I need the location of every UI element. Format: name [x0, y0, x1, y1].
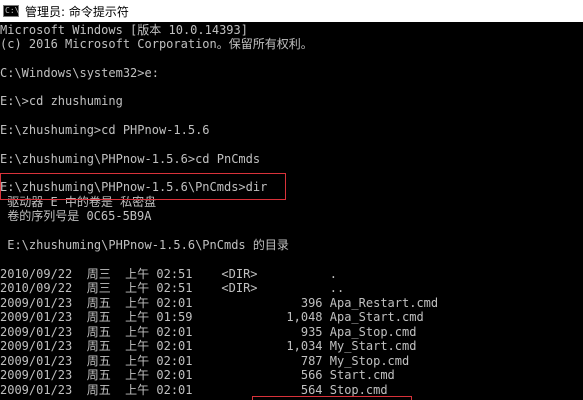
console-line: E:\zhushuming\PHPnow-1.5.6>cd PnCmds	[0, 152, 261, 166]
console-line: Microsoft Windows [版本 10.0.14393]	[0, 23, 248, 37]
cmd-icon-glyph: C:\	[5, 6, 20, 15]
console-line: 2009/01/23 周五 上午 01:59 1,048 Apa_Start.c…	[0, 310, 424, 324]
console-line: 2009/01/23 周五 上午 02:01 566 Start.cmd	[0, 368, 395, 382]
cmd-window-icon: C:\	[3, 5, 19, 17]
window-title: 管理员: 命令提示符	[25, 4, 129, 19]
console-line: E:\>cd zhushuming	[0, 94, 123, 108]
console-line: 2009/01/23 周五 上午 02:01 396 Apa_Restart.c…	[0, 296, 439, 310]
console-line: E:\zhushuming\PHPnow-1.5.6\PnCmds 的目录	[0, 238, 289, 252]
console-line: E:\zhushuming>cd PHPnow-1.5.6	[0, 123, 210, 137]
console-line: 卷的序列号是 0C65-5B9A	[0, 209, 152, 223]
highlight-box-stop-cmd	[252, 396, 412, 400]
title-bar[interactable]: C:\ 管理员: 命令提示符	[0, 0, 583, 22]
console-line: (c) 2016 Microsoft Corporation。保留所有权利。	[0, 37, 313, 51]
console-line: C:\Windows\system32>e:	[0, 66, 159, 80]
console-line: 2009/01/23 周五 上午 02:01 935 Apa_Stop.cmd	[0, 325, 417, 339]
console-line: 2009/01/23 周五 上午 02:01 1,034 My_Start.cm…	[0, 339, 417, 353]
console-line: 2010/09/22 周三 上午 02:51 <DIR> ..	[0, 281, 345, 295]
console-output[interactable]: Microsoft Windows [版本 10.0.14393] (c) 20…	[0, 22, 583, 400]
command-prompt-window: C:\ 管理员: 命令提示符 Microsoft Windows [版本 10.…	[0, 0, 583, 400]
highlight-box-dir-command	[0, 173, 286, 200]
console-line: 2009/01/23 周五 上午 02:01 787 My_Stop.cmd	[0, 354, 410, 368]
console-line: 2010/09/22 周三 上午 02:51 <DIR> .	[0, 267, 337, 281]
